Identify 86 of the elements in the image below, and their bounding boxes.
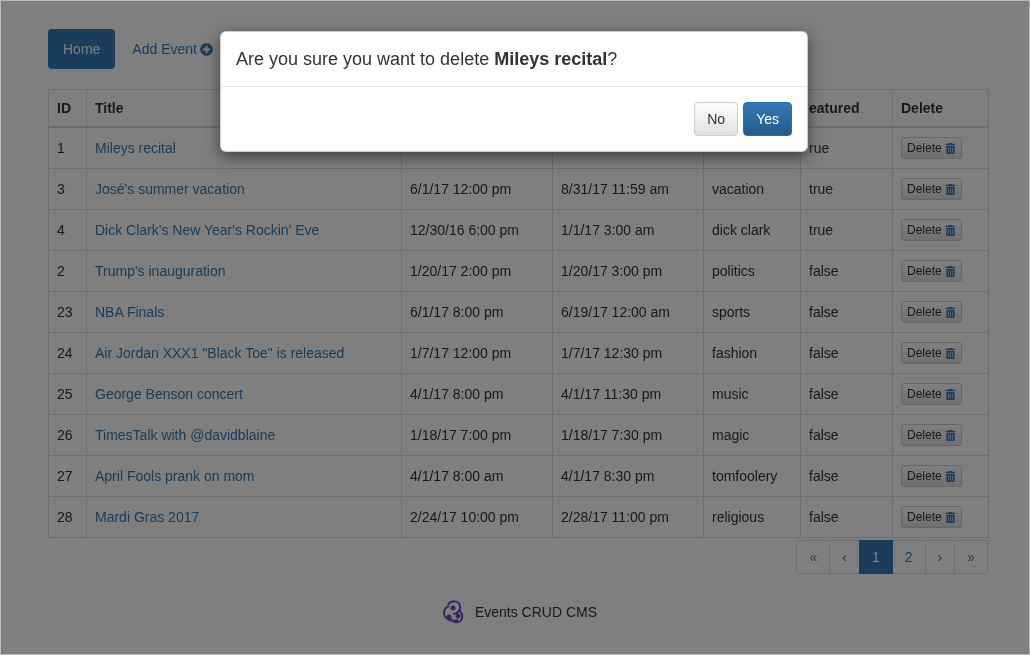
table-cell: 1 xyxy=(48,127,87,169)
table-cell: 2/24/17 10:00 pm xyxy=(401,496,553,538)
delete-button[interactable]: Delete xyxy=(901,219,962,241)
page-link[interactable]: » xyxy=(954,540,988,574)
event-link[interactable]: George Benson concert xyxy=(95,386,243,402)
table-cell: 6/1/17 12:00 pm xyxy=(401,168,553,210)
table-cell: 8/31/17 11:59 am xyxy=(552,168,704,210)
delete-button[interactable]: Delete xyxy=(901,424,962,446)
trash-icon xyxy=(944,470,956,482)
delete-button[interactable]: Delete xyxy=(901,383,962,405)
trash-icon xyxy=(944,142,956,154)
trash-icon xyxy=(944,347,956,359)
nav-pill[interactable]: Home xyxy=(48,29,116,69)
trash-icon xyxy=(944,224,956,236)
table-cell: tomfoolery xyxy=(703,455,801,497)
table-cell: true xyxy=(800,168,893,210)
table-cell: 1/7/17 12:30 pm xyxy=(552,332,704,374)
table-cell: 1/18/17 7:30 pm xyxy=(552,414,704,456)
event-link[interactable]: José's summer vacation xyxy=(95,181,245,197)
table-cell: dick clark xyxy=(703,209,801,251)
table-cell: false xyxy=(800,414,893,456)
delete-button[interactable]: Delete xyxy=(901,178,962,200)
table-cell: true xyxy=(800,209,893,251)
table-cell: 1/20/17 2:00 pm xyxy=(401,250,553,292)
delete-button[interactable]: Delete xyxy=(901,260,962,282)
column-header: ID xyxy=(48,89,87,127)
column-header: Delete xyxy=(892,89,989,127)
table-cell: 4/1/17 8:00 pm xyxy=(401,373,553,415)
table-cell: music xyxy=(703,373,801,415)
table-cell: 25 xyxy=(48,373,87,415)
trash-icon xyxy=(944,183,956,195)
table-cell: religious xyxy=(703,496,801,538)
table-cell: 28 xyxy=(48,496,87,538)
table-cell: 23 xyxy=(48,291,87,333)
table-cell: false xyxy=(800,373,893,415)
table-cell: 2 xyxy=(48,250,87,292)
table-cell: 1/7/17 12:00 pm xyxy=(401,332,553,374)
trash-icon xyxy=(944,511,956,523)
table-cell: false xyxy=(800,455,893,497)
event-link[interactable]: NBA Finals xyxy=(95,304,165,320)
trash-icon xyxy=(944,265,956,277)
trash-icon xyxy=(944,429,956,441)
table-cell: 3 xyxy=(48,168,87,210)
page-link[interactable]: « xyxy=(796,540,831,574)
table-cell: 26 xyxy=(48,414,87,456)
dialog-message: Are you sure you want to delete Mileys recital? xyxy=(236,49,618,69)
delete-button[interactable]: Delete xyxy=(901,301,962,323)
table-cell: 1/1/17 3:00 am xyxy=(552,209,704,251)
delete-button[interactable]: Delete xyxy=(901,465,962,487)
table-cell: false xyxy=(800,496,893,538)
table-cell: vacation xyxy=(703,168,801,210)
page-link[interactable]: ‹ xyxy=(829,540,860,574)
delete-button[interactable]: Delete xyxy=(901,342,962,364)
table-cell: 27 xyxy=(48,455,87,497)
confirm-button[interactable]: Yes xyxy=(743,102,792,136)
table-cell: 24 xyxy=(48,332,87,374)
event-link[interactable]: Trump's inauguration xyxy=(95,263,226,279)
trash-icon xyxy=(944,306,956,318)
table-cell: 1/18/17 7:00 pm xyxy=(401,414,553,456)
delete-button[interactable]: Delete xyxy=(901,506,962,528)
event-link[interactable]: Mardi Gras 2017 xyxy=(95,509,200,525)
table-cell: 12/30/16 6:00 pm xyxy=(401,209,553,251)
footer-text: Events CRUD CMS xyxy=(474,604,598,620)
table-cell: 4/1/17 8:30 pm xyxy=(552,455,704,497)
table-cell: 1/20/17 3:00 pm xyxy=(552,250,704,292)
table-cell: 6/19/17 12:00 am xyxy=(552,291,704,333)
table-cell: fashion xyxy=(703,332,801,374)
table-cell: false xyxy=(800,291,893,333)
delete-button[interactable]: Delete xyxy=(901,137,962,159)
table-cell: sports xyxy=(703,291,801,333)
table-cell: false xyxy=(800,332,893,374)
page-link[interactable]: 1 xyxy=(858,540,893,574)
table-cell: 2/28/17 11:00 pm xyxy=(552,496,704,538)
event-link[interactable]: Mileys recital xyxy=(95,140,176,156)
event-link[interactable]: April Fools prank on mom xyxy=(95,468,255,484)
table-cell: 4/1/17 11:30 pm xyxy=(552,373,704,415)
table-cell: magic xyxy=(703,414,801,456)
nav-pill[interactable]: Add Event xyxy=(117,29,228,69)
cancel-button[interactable]: No xyxy=(694,102,739,136)
page-link[interactable]: 2 xyxy=(891,540,926,574)
trash-icon xyxy=(944,388,956,400)
table-cell: 4 xyxy=(48,209,87,251)
table-cell: 4/1/17 8:00 am xyxy=(401,455,553,497)
table-cell: 6/1/17 8:00 pm xyxy=(401,291,553,333)
table-cell: politics xyxy=(703,250,801,292)
table-cell: false xyxy=(800,250,893,292)
